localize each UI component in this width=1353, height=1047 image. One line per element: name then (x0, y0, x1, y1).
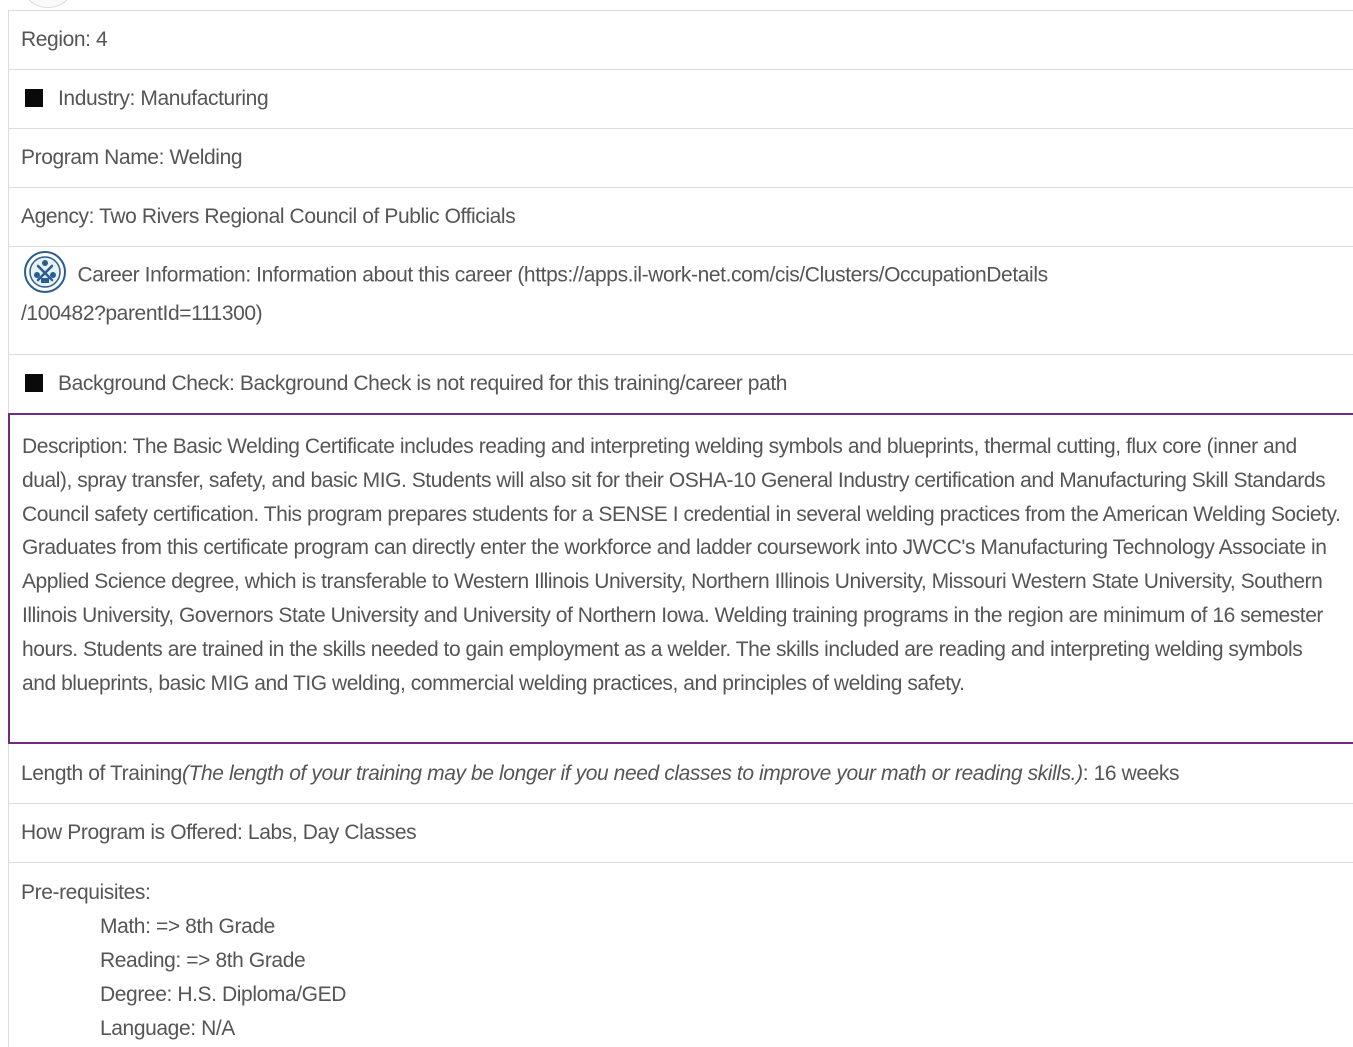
black-square-icon (25, 89, 43, 107)
agency-text: Agency: Two Rivers Regional Council of P… (21, 205, 516, 228)
background-check-row: Background Check: Background Check is no… (8, 354, 1353, 413)
length-note: (The length of your training may be long… (181, 761, 1083, 785)
description-text: Description: The Basic Welding Certifica… (22, 435, 1341, 695)
prerequisite-item: Degree: H.S. Diploma/GED (100, 983, 346, 1006)
description-row: Description: The Basic Welding Certifica… (8, 413, 1353, 744)
header-logo-fragment (20, 0, 76, 8)
how-offered-row: How Program is Offered: Labs, Day Classe… (8, 803, 1353, 862)
prerequisites-list: Math: => 8th Grade Reading: => 8th Grade… (21, 910, 1341, 1046)
program-name-row: Program Name: Welding (8, 128, 1353, 187)
program-details-list: Region: 4 Industry: Manufacturing Progra… (8, 10, 1353, 1047)
prerequisite-item: Math: => 8th Grade (100, 915, 275, 938)
prerequisite-item: Language: N/A (100, 1017, 235, 1040)
program-details-page: Region: 4 Industry: Manufacturing Progra… (0, 0, 1353, 1047)
prerequisites-row: Pre-requisites: Math: => 8th Grade Readi… (8, 862, 1353, 1047)
length-of-training-row: Length of Training (The length of your t… (8, 744, 1353, 803)
region-row: Region: 4 (8, 10, 1353, 69)
length-label: Length of Training (21, 761, 182, 785)
career-information-link[interactable]: Career Information: Information about th… (77, 264, 1048, 287)
agency-row: Agency: Two Rivers Regional Council of P… (8, 187, 1353, 246)
region-text: Region: 4 (21, 28, 108, 51)
career-information-row: Career Information: Information about th… (8, 246, 1353, 354)
career-information-link-continued[interactable]: /100482?parentId=111300) (21, 302, 263, 325)
industry-row: Industry: Manufacturing (8, 69, 1353, 128)
length-value: : 16 weeks (1082, 761, 1180, 785)
career-cluster-icon (24, 251, 66, 293)
how-offered-text: How Program is Offered: Labs, Day Classe… (21, 821, 417, 844)
prerequisite-item: Reading: => 8th Grade (100, 949, 306, 972)
black-square-icon (25, 374, 43, 392)
background-check-text: Background Check: Background Check is no… (58, 372, 788, 395)
industry-text: Industry: Manufacturing (58, 87, 269, 110)
prerequisites-title: Pre-requisites: (21, 881, 151, 904)
program-name-text: Program Name: Welding (21, 146, 243, 169)
